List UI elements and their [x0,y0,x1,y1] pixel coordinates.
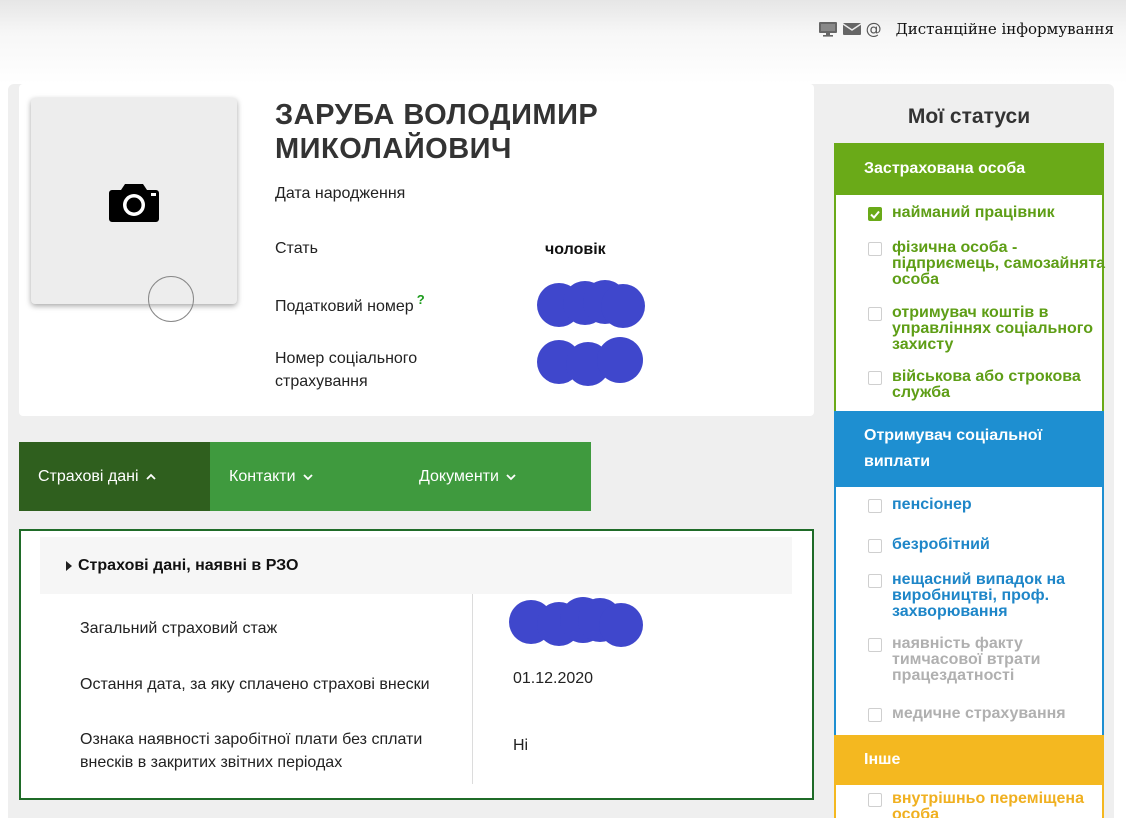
gender-label: Стать [275,240,318,257]
photo-upload-handle[interactable] [148,276,194,322]
profile-tabs: Страхові дані Контакти Документи [19,442,591,511]
insurance-section-title: Страхові дані, наявні в РЗО [78,556,299,574]
tab-documents[interactable]: Документи [400,442,591,511]
at-sign-icon: @ [865,19,882,38]
tab-insurance-data[interactable]: Страхові дані [19,442,210,511]
status-item-label: безробітний [892,536,990,553]
status-category-insured: Застрахована особа [834,143,1104,195]
status-item[interactable]: фізична особа - підприємець, самозайнята… [868,240,1107,288]
checkbox[interactable] [868,793,882,807]
chevron-down-icon [505,473,517,481]
last-paid-date-value: 01.12.2020 [513,670,594,687]
status-item[interactable]: внутрішньо переміщена особа [868,790,1102,818]
last-paid-date-label: Остання дата, за яку сплачено страхові в… [80,676,430,693]
checkbox[interactable] [868,539,882,553]
status-item-label: найманий працівник [892,204,1055,221]
checkbox-checked[interactable] [868,207,882,221]
chevron-up-icon [145,473,157,481]
remote-info-label[interactable]: Дистанційне інформування [896,20,1114,38]
checkbox[interactable] [868,242,882,256]
status-item-label: отримувач коштів в управліннях соціально… [892,304,1093,353]
camera-icon [108,180,160,228]
unpaid-salary-flag-label: Ознака наявності заробітної плати без сп… [80,731,423,771]
status-item-label: медичне страхування [892,705,1066,722]
status-category-insured-label: Застрахована особа [864,160,1026,177]
gender-value: чоловік [545,241,606,258]
status-item-label: нещасний випадок на виробництві, проф. з… [892,571,1066,620]
status-item[interactable]: отримувач коштів в управліннях соціально… [868,305,1107,353]
insurance-section-header[interactable]: Страхові дані, наявні в РЗО [40,537,792,594]
social-number-label: Номер соціального страхування [275,350,418,390]
tab-insurance-data-label: Страхові дані [38,467,139,485]
person-name: ЗАРУБА ВОЛОДИМИР МИКОЛАЙОВИЧ [275,99,599,165]
total-insurance-period-label: Загальний страховий стаж [80,620,278,637]
checkbox[interactable] [868,371,882,385]
tax-number-label: Податковий номер? [275,292,425,318]
caret-right-icon [66,560,72,571]
status-item[interactable]: нещасний випадок на виробництві, проф. з… [868,572,1107,620]
remote-info-link[interactable]: @ Дистанційне інформування [818,19,1114,38]
status-item-label: фізична особа - підприємець, самозайнята… [892,239,1106,288]
monitor-icon [818,21,838,37]
birth-date-label: Дата народження [275,185,406,202]
column-divider [472,594,473,784]
status-category-other: Інше [834,735,1104,785]
status-list-other: внутрішньо переміщена особа [834,785,1104,818]
checkbox[interactable] [868,638,882,652]
status-category-other-label: Інше [864,751,901,768]
status-item[interactable]: медичне страхування [868,706,1107,722]
profile-photo[interactable] [31,98,237,322]
unpaid-salary-flag-value: Ні [513,737,529,754]
checkbox[interactable] [868,307,882,321]
top-bar: @ Дистанційне інформування [0,0,1126,84]
redacted-tax-number [537,280,645,328]
status-item-label: наявність факту тимчасової втрати працез… [892,635,1041,684]
status-list-social-payment: пенсіонер безробітний нещасний випадок н… [834,487,1104,735]
checkbox[interactable] [868,708,882,722]
status-category-social-payment: Отримувач соціальної виплати [834,411,1104,487]
tab-contacts[interactable]: Контакти [210,442,400,511]
status-item[interactable]: пенсіонер [868,497,1107,513]
insurance-data-panel: Страхові дані, наявні в РЗО Загальний ст… [19,529,814,800]
checkbox[interactable] [868,499,882,513]
status-item[interactable]: військова або строкова служба [868,369,1107,401]
status-item-label: військова або строкова служба [892,368,1081,401]
tab-documents-label: Документи [419,467,499,485]
status-item[interactable]: безробітний [868,537,1107,553]
status-item-label: пенсіонер [892,496,972,513]
tab-contacts-label: Контакти [229,467,296,485]
status-list-insured: найманий працівник фізична особа - підпр… [834,195,1107,411]
tax-number-label-text: Податковий номер [275,298,414,315]
status-item[interactable]: наявність факту тимчасової втрати працез… [868,636,1107,684]
status-item[interactable]: найманий працівник [868,205,1107,221]
chevron-down-icon [302,473,314,481]
redacted-insurance-period [509,597,643,647]
status-category-social-payment-label: Отримувач соціальної виплати [864,427,1043,470]
redacted-social-number [537,337,643,386]
envelope-icon [842,21,862,37]
checkbox[interactable] [868,574,882,588]
profile-card: ЗАРУБА ВОЛОДИМИР МИКОЛАЙОВИЧ Дата народж… [19,84,814,416]
statuses-title: Мої статуси [907,105,1031,128]
status-item-label: внутрішньо переміщена особа [892,790,1084,818]
help-icon[interactable]: ? [417,292,425,307]
